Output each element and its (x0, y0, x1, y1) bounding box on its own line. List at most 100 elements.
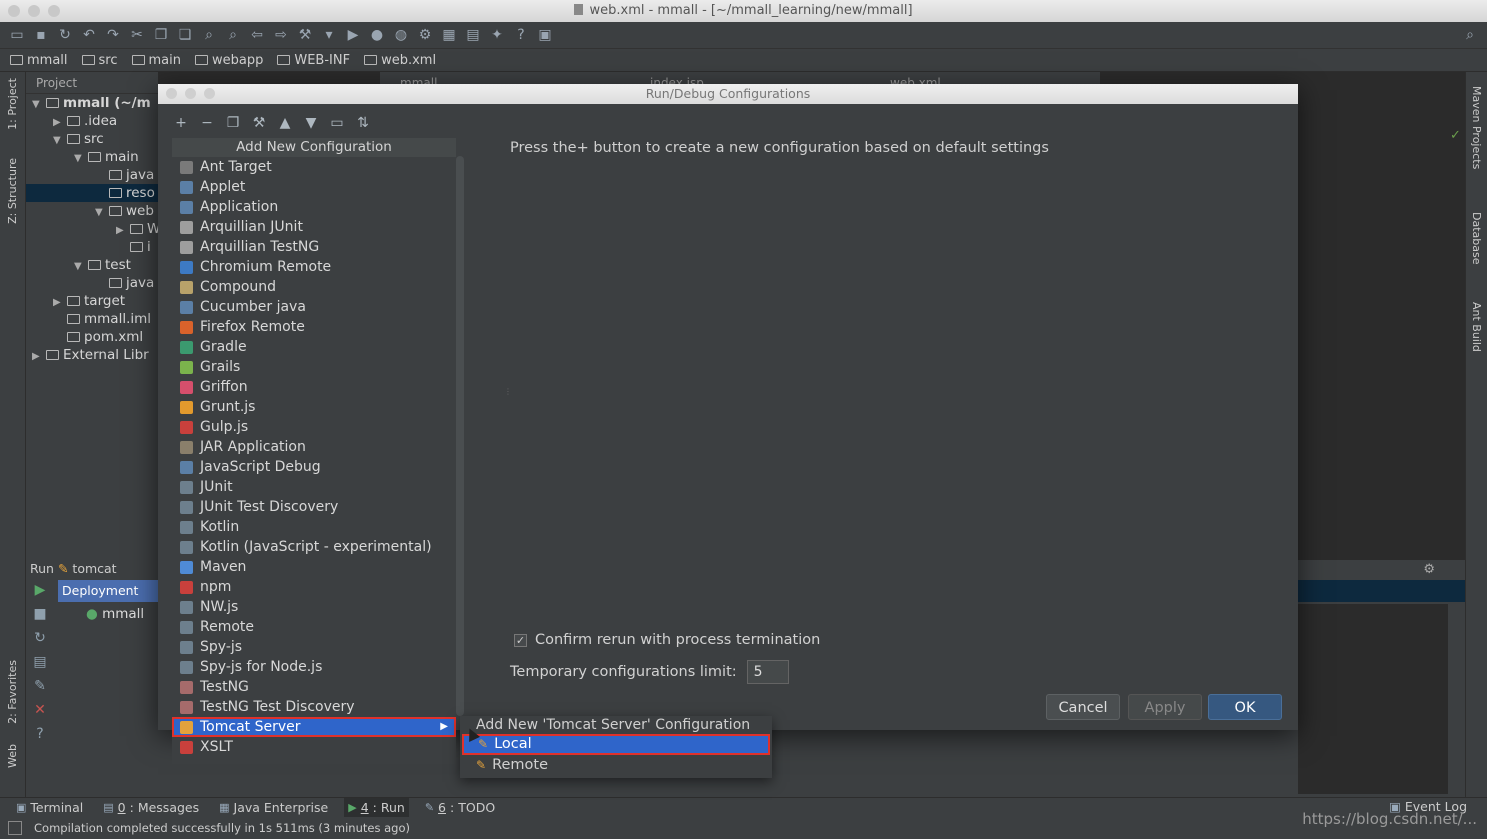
submenu-item-remote[interactable]: ✎ Remote (460, 755, 772, 776)
config-type-item[interactable]: NW.js (172, 597, 456, 617)
settings-wrench-icon[interactable]: ⚙ (416, 26, 434, 44)
tree-item[interactable]: pom.xml (26, 328, 158, 346)
expand-arrow-icon[interactable]: ▶ (32, 348, 46, 366)
scrollbar[interactable] (456, 156, 464, 716)
save-icon[interactable]: ▪ (32, 26, 50, 44)
remove-icon[interactable]: − (198, 114, 216, 132)
move-down-icon[interactable]: ▼ (302, 114, 320, 132)
tree-item[interactable]: ▼ mmall (~/m (26, 94, 158, 112)
run-icon[interactable]: ▶ (344, 26, 362, 44)
config-type-item[interactable]: Cucumber java (172, 297, 456, 317)
sdk-icon[interactable]: ▤ (464, 26, 482, 44)
submenu-item-local[interactable]: ✎ Local (462, 734, 770, 755)
tab-database[interactable]: Database (1470, 212, 1483, 265)
gear-icon[interactable]: ⚙ (1423, 562, 1435, 577)
bottom-tab[interactable]: ✎ 6: TODO (421, 798, 499, 818)
tree-item[interactable]: ▶ W (26, 220, 158, 238)
cancel-button[interactable]: Cancel (1046, 694, 1120, 720)
coverage-icon[interactable]: ◍ (392, 26, 410, 44)
config-type-item[interactable]: Gulp.js (172, 417, 456, 437)
add-icon[interactable]: + (172, 114, 190, 132)
tab-ant-build[interactable]: Ant Build (1470, 302, 1483, 352)
edit-defaults-icon[interactable]: ⚒ (250, 114, 268, 132)
tree-item[interactable]: i (26, 238, 158, 256)
config-type-item[interactable]: Firefox Remote (172, 317, 456, 337)
config-type-item[interactable]: Ant Target (172, 157, 456, 177)
dialog-close-light[interactable] (166, 88, 177, 99)
config-type-item[interactable]: Tomcat Server ▶ (172, 717, 456, 737)
back-icon[interactable]: ⇦ (248, 26, 266, 44)
dialog-minimize-light[interactable] (185, 88, 196, 99)
config-type-item[interactable]: XSLT (172, 737, 456, 757)
tab-favorites[interactable]: 2: Favorites (6, 660, 19, 724)
config-type-item[interactable]: Applet (172, 177, 456, 197)
tab-project[interactable]: 1: Project (6, 78, 19, 130)
breadcrumb-item[interactable]: src (81, 53, 118, 68)
tab-structure[interactable]: Z: Structure (6, 158, 19, 224)
minimize-light[interactable] (28, 5, 40, 17)
close-icon[interactable]: ✕ (26, 702, 54, 726)
android-icon[interactable]: ✦ (488, 26, 506, 44)
config-type-item[interactable]: Griffon (172, 377, 456, 397)
breadcrumb-item[interactable]: main (131, 53, 181, 68)
config-type-item[interactable]: TestNG (172, 677, 456, 697)
search-icon[interactable]: ⌕ (1461, 26, 1479, 44)
sort-icon[interactable]: ⇅ (354, 114, 372, 132)
build-icon[interactable]: ⚒ (296, 26, 314, 44)
config-type-item[interactable]: JUnit (172, 477, 456, 497)
open-folder-icon[interactable]: ▭ (8, 26, 26, 44)
toggle-tool-windows-icon[interactable] (8, 821, 22, 835)
help-icon[interactable]: ? (512, 26, 530, 44)
deployment-tab[interactable]: Deployment (58, 580, 158, 602)
config-type-item[interactable]: Grails (172, 357, 456, 377)
tab-web[interactable]: Web (6, 744, 19, 768)
window-controls[interactable] (8, 5, 60, 17)
tree-item[interactable]: ▶ .idea (26, 112, 158, 130)
find-icon[interactable]: ⌕ (200, 26, 218, 44)
temporary-limit-input[interactable] (746, 660, 789, 684)
bottom-tab[interactable]: ▶ 4: Run (344, 797, 409, 818)
config-type-item[interactable]: Spy-js (172, 637, 456, 657)
rerun-icon[interactable]: ↻ (26, 630, 54, 654)
dialog-window-controls[interactable] (166, 88, 215, 99)
close-light[interactable] (8, 5, 20, 17)
config-type-item[interactable]: Gradle (172, 337, 456, 357)
tree-item[interactable]: ▼ test (26, 256, 158, 274)
deployment-item[interactable]: ● mmall (86, 606, 144, 622)
config-type-item[interactable]: Spy-js for Node.js (172, 657, 456, 677)
config-type-item[interactable]: Compound (172, 277, 456, 297)
confirm-rerun-checkbox[interactable]: ✓ (514, 633, 527, 647)
undo-icon[interactable]: ↶ (80, 26, 98, 44)
breadcrumb-item[interactable]: WEB-INF (277, 53, 350, 68)
editor-area[interactable] (1298, 94, 1465, 564)
tree-item[interactable]: ▼ src (26, 130, 158, 148)
config-type-item[interactable]: Chromium Remote (172, 257, 456, 277)
config-type-item[interactable]: TestNG Test Discovery (172, 697, 456, 717)
tree-item[interactable]: reso (26, 184, 158, 202)
plugin-icon[interactable]: ▣ (536, 26, 554, 44)
bottom-tab[interactable]: ▤ 0: Messages (99, 798, 203, 818)
folder-icon[interactable]: ▭ (328, 114, 346, 132)
bottom-tab[interactable]: ▦ Java Enterprise (215, 798, 332, 818)
dialog-zoom-light[interactable] (204, 88, 215, 99)
project-structure-icon[interactable]: ▦ (440, 26, 458, 44)
stop-icon[interactable]: ■ (26, 606, 54, 630)
tree-item[interactable]: ▼ web (26, 202, 158, 220)
config-type-item[interactable]: JUnit Test Discovery (172, 497, 456, 517)
config-type-item[interactable]: Maven (172, 557, 456, 577)
config-type-item[interactable]: Kotlin (JavaScript - experimental) (172, 537, 456, 557)
config-type-item[interactable]: Remote (172, 617, 456, 637)
config-type-item[interactable]: npm (172, 577, 456, 597)
run-icon[interactable]: ▶ (26, 582, 54, 606)
move-up-icon[interactable]: ▲ (276, 114, 294, 132)
config-type-item[interactable]: Application (172, 197, 456, 217)
tree-item[interactable]: mmall.iml (26, 310, 158, 328)
layout-icon[interactable]: ▤ (26, 654, 54, 678)
config-type-item[interactable]: Kotlin (172, 517, 456, 537)
config-type-item[interactable]: Arquillian TestNG (172, 237, 456, 257)
apply-button[interactable]: Apply (1128, 694, 1202, 720)
sync-icon[interactable]: ↻ (56, 26, 74, 44)
cut-icon[interactable]: ✂ (128, 26, 146, 44)
config-type-item[interactable]: Grunt.js (172, 397, 456, 417)
config-type-item[interactable]: JavaScript Debug (172, 457, 456, 477)
